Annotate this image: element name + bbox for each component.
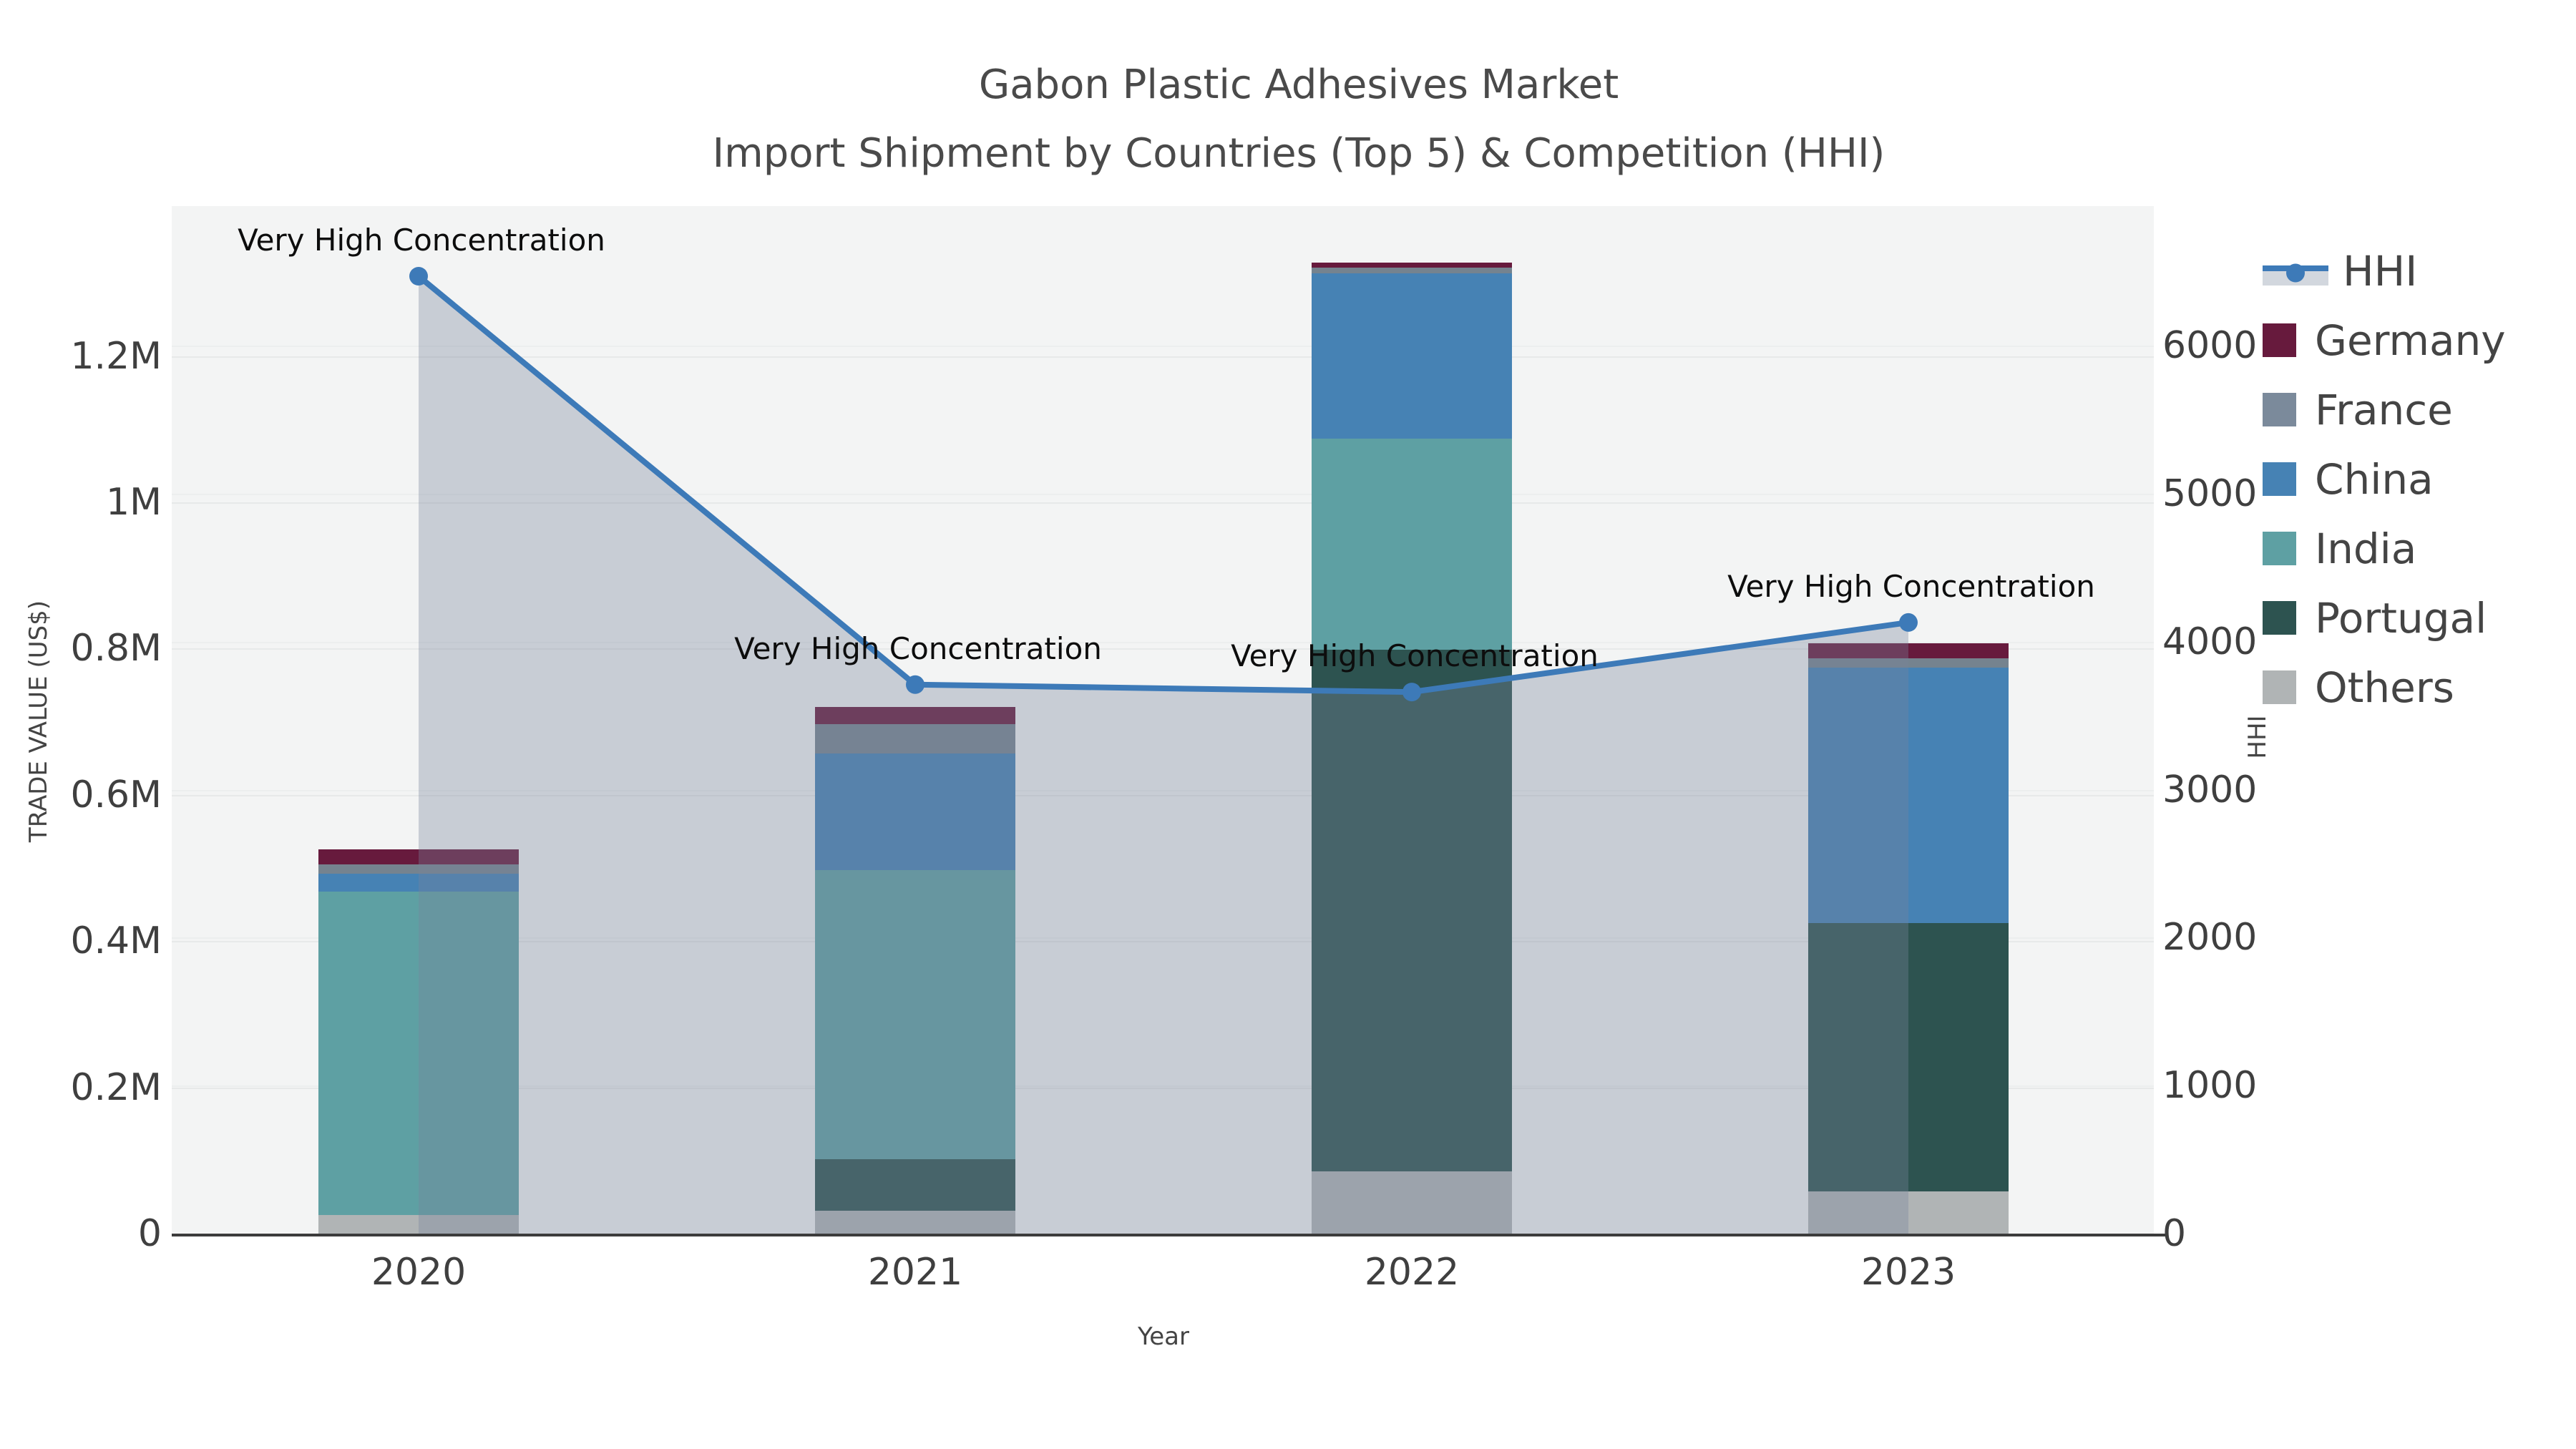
hhi-point-2020[interactable] xyxy=(409,267,428,286)
legend-item-germany[interactable]: Germany xyxy=(2263,306,2506,375)
hhi-line-legend-icon xyxy=(2263,254,2328,288)
legend-label-germany: Germany xyxy=(2315,316,2506,365)
x-tick-2022: 2022 xyxy=(1364,1251,1460,1294)
legend-label-india: India xyxy=(2315,524,2417,573)
annotation-2020: Very High Concentration xyxy=(238,223,605,258)
chart-root: Gabon Plastic Adhesives Market Import Sh… xyxy=(0,0,2576,1449)
y-left-tick-0.8M: 0.8M xyxy=(70,627,162,670)
legend-item-china[interactable]: China xyxy=(2263,444,2506,514)
legend-item-others[interactable]: Others xyxy=(2263,653,2506,722)
legend-swatch-china xyxy=(2263,462,2296,496)
x-tick-2020: 2020 xyxy=(371,1251,467,1294)
hhi-point-2021[interactable] xyxy=(906,675,924,694)
y-left-tick-0: 0 xyxy=(137,1212,162,1255)
y-right-tick-1000: 1000 xyxy=(2162,1064,2258,1108)
legend-item-india[interactable]: India xyxy=(2263,514,2506,583)
legend-item-france[interactable]: France xyxy=(2263,375,2506,444)
legend-swatch-france xyxy=(2263,393,2296,426)
y-left-tick-1M: 1M xyxy=(106,481,162,524)
hhi-point-2022[interactable] xyxy=(1402,683,1421,702)
hhi-point-2023[interactable] xyxy=(1899,613,1918,632)
hhi-line-layer xyxy=(409,267,1918,1234)
legend-swatch-others xyxy=(2263,670,2296,704)
annotation-2021: Very High Concentration xyxy=(734,630,1102,666)
x-axis-title: Year xyxy=(1138,1322,1189,1351)
legend-label-portugal: Portugal xyxy=(2315,593,2487,643)
legend: HHI Germany France China India Portugal Others xyxy=(2263,236,2506,722)
x-tick-2023: 2023 xyxy=(1860,1251,1956,1294)
legend-label-others: Others xyxy=(2315,663,2454,712)
y-right-tick-4000: 4000 xyxy=(2162,620,2258,663)
legend-swatch-portugal xyxy=(2263,601,2296,635)
annotation-2022: Very High Concentration xyxy=(1231,638,1599,674)
legend-label-france: France xyxy=(2315,385,2453,434)
y-left-tick-1.2M: 1.2M xyxy=(70,334,162,378)
legend-swatch-india xyxy=(2263,532,2296,565)
legend-label-hhi: HHI xyxy=(2343,246,2418,296)
hhi-line-marker-dot xyxy=(2286,263,2305,283)
y-left-tick-0.6M: 0.6M xyxy=(70,773,162,816)
y-left-tick-0.2M: 0.2M xyxy=(70,1065,162,1109)
annotation-2023: Very High Concentration xyxy=(1727,568,2095,604)
y-axis-left-title: TRADE VALUE (US$) xyxy=(24,600,53,843)
y-right-tick-6000: 6000 xyxy=(2162,324,2258,368)
y-left-tick-0.4M: 0.4M xyxy=(70,919,162,963)
legend-label-china: China xyxy=(2315,454,2434,504)
legend-item-portugal[interactable]: Portugal xyxy=(2263,583,2506,653)
legend-swatch-germany xyxy=(2263,323,2296,357)
y-right-tick-0: 0 xyxy=(2162,1212,2187,1255)
x-tick-2021: 2021 xyxy=(867,1251,963,1294)
y-right-tick-5000: 5000 xyxy=(2162,472,2258,515)
x-axis-line xyxy=(172,1234,2168,1236)
hhi-area-fill xyxy=(419,276,1908,1234)
y-right-tick-2000: 2000 xyxy=(2162,916,2258,960)
legend-item-hhi[interactable]: HHI xyxy=(2263,236,2506,306)
y-right-tick-3000: 3000 xyxy=(2162,768,2258,811)
